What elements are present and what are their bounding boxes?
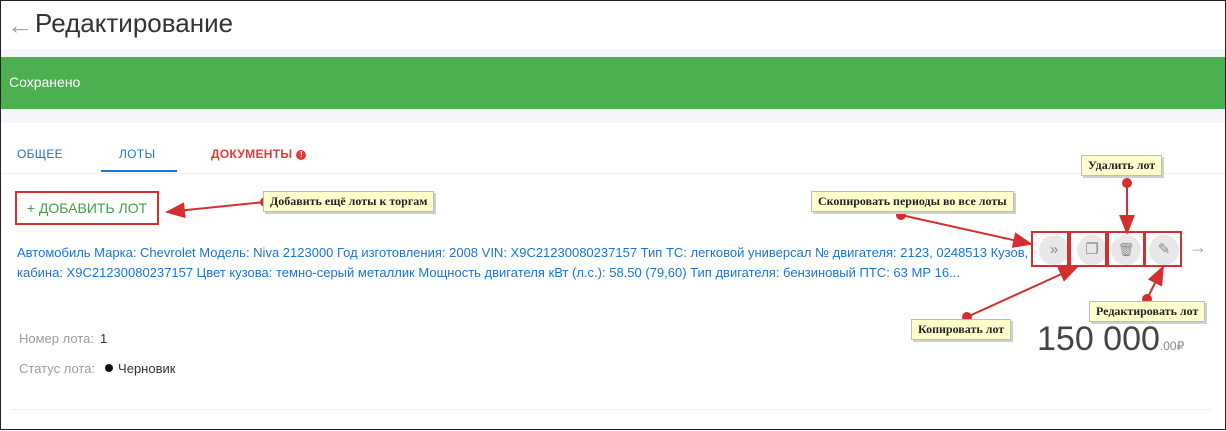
arrow-dot: [1122, 178, 1132, 188]
notification-spacer: [1, 109, 1225, 123]
lot-number-row: Номер лота: 1: [19, 331, 107, 346]
lot-divider: [11, 409, 1211, 410]
callout-add-more-lots: Добавить ещё лоты к торгам: [263, 191, 435, 212]
arrow-left-icon[interactable]: ←: [7, 9, 33, 41]
arrow-right-icon[interactable]: →: [1189, 237, 1207, 258]
tab-general[interactable]: ОБЩЕЕ: [17, 147, 63, 161]
arrow-edit: [1146, 265, 1164, 300]
copy-lot-highlight: [1069, 231, 1107, 267]
header-spacer: [1, 49, 1225, 57]
saved-text: Сохранено: [9, 74, 81, 90]
status-dot-icon: [105, 364, 114, 372]
edit-lot-highlight: [1144, 231, 1182, 267]
lot-number-label: Номер лота:: [19, 331, 94, 346]
tab-bar: ОБЩЕЕ ЛОТЫ ДОКУМЕНТЫ!: [1, 123, 1225, 174]
warning-badge-icon: !: [296, 150, 307, 160]
price-cents: .00: [1159, 339, 1177, 353]
delete-lot-highlight: [1107, 231, 1145, 267]
lot-number-value: 1: [99, 331, 108, 346]
callout-delete-lot: Удалить лот: [1081, 155, 1163, 176]
tab-documents-label: ДОКУМЕНТЫ: [211, 147, 293, 161]
currency-sign: ₽: [1176, 339, 1185, 353]
price-main: 150 000: [1037, 320, 1160, 358]
tab-documents[interactable]: ДОКУМЕНТЫ!: [211, 147, 307, 161]
add-lot-button[interactable]: + ДОБАВИТЬ ЛОТ: [15, 191, 159, 225]
lot-status-value: Черновик: [118, 361, 176, 376]
callout-edit-lot: Редактировать лот: [1089, 301, 1206, 322]
active-tab-indicator: [101, 170, 177, 172]
arrow-copy-periods: [900, 214, 1033, 248]
lot-description-link[interactable]: Автомобиль Марка: Chevrolet Модель: Niva…: [17, 243, 1032, 283]
copy-periods-highlight: [1031, 231, 1069, 267]
lot-status-row: Статус лота: Черновик: [19, 361, 175, 376]
callout-copy-periods: Скопировать периоды во все лоты: [811, 191, 1014, 212]
arrow-dot: [896, 210, 906, 220]
page-title: Редактирование: [35, 8, 234, 38]
tab-lots[interactable]: ЛОТЫ: [119, 147, 155, 161]
lot-status-label: Статус лота:: [19, 361, 96, 376]
page-header: ← Редактирование: [1, 1, 1225, 49]
lot-price: 150 000.00₽: [1037, 319, 1184, 366]
arrow-add-lots: [165, 201, 266, 219]
callout-copy-lot: Копировать лот: [911, 319, 1012, 340]
saved-notification: Сохранено: [1, 57, 1225, 109]
